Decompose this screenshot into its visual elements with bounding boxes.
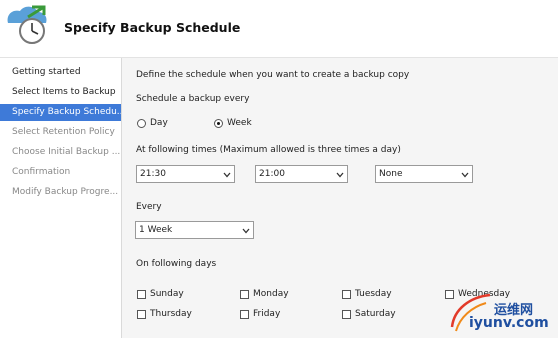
step-confirmation: Confirmation: [12, 167, 71, 177]
time-1-value: 21:30: [140, 169, 166, 179]
step-specify-schedule[interactable]: Specify Backup Schedu...: [0, 104, 121, 121]
chevron-down-icon: [242, 228, 250, 234]
wizard-header: Specify Backup Schedule: [0, 0, 558, 58]
every-value: 1 Week: [139, 225, 173, 235]
frequency-label: Schedule a backup every: [136, 94, 250, 104]
days-label: On following days: [136, 259, 217, 269]
chevron-down-icon: [461, 172, 469, 178]
step-select-items[interactable]: Select Items to Backup: [0, 84, 121, 101]
step-modify-progress: Modify Backup Progre...: [12, 187, 119, 197]
day-radio[interactable]: [137, 119, 146, 128]
saturday-checkbox[interactable]: [342, 310, 351, 319]
step-getting-started[interactable]: Getting started: [0, 64, 121, 81]
time-2-value: 21:00: [259, 169, 285, 179]
chevron-down-icon: [336, 172, 344, 178]
intro-text: Define the schedule when you want to cre…: [136, 70, 410, 80]
day-radio-label[interactable]: Day: [150, 118, 168, 128]
tuesday-label[interactable]: Tuesday: [355, 289, 392, 299]
tuesday-checkbox[interactable]: [342, 290, 351, 299]
friday-label[interactable]: Friday: [253, 309, 280, 319]
every-label: Every: [136, 202, 162, 212]
friday-checkbox[interactable]: [240, 310, 249, 319]
times-label: At following times (Maximum allowed is t…: [136, 145, 401, 155]
every-dropdown[interactable]: 1 Week: [135, 221, 254, 239]
saturday-label[interactable]: Saturday: [355, 309, 396, 319]
monday-checkbox[interactable]: [240, 290, 249, 299]
thursday-label[interactable]: Thursday: [150, 309, 192, 319]
sunday-label[interactable]: Sunday: [150, 289, 184, 299]
week-radio-label[interactable]: Week: [227, 118, 252, 128]
monday-label[interactable]: Monday: [253, 289, 289, 299]
time-1-dropdown[interactable]: 21:30: [136, 165, 235, 183]
chevron-down-icon: [223, 172, 231, 178]
time-3-value: None: [379, 169, 403, 179]
page-title: Specify Backup Schedule: [64, 20, 241, 35]
thursday-checkbox[interactable]: [137, 310, 146, 319]
step-retention-policy: Select Retention Policy: [12, 127, 115, 137]
site-watermark: 运维网 iyunv.com: [442, 279, 558, 338]
time-2-dropdown[interactable]: 21:00: [255, 165, 348, 183]
wizard-steps: Getting started Select Items to Backup S…: [0, 58, 121, 338]
sunday-checkbox[interactable]: [137, 290, 146, 299]
week-radio[interactable]: [214, 119, 223, 128]
watermark-en-text: iyunv.com: [469, 315, 549, 331]
time-3-dropdown[interactable]: None: [375, 165, 473, 183]
step-initial-backup: Choose Initial Backup ...: [12, 147, 121, 157]
backup-schedule-icon: [7, 5, 47, 44]
